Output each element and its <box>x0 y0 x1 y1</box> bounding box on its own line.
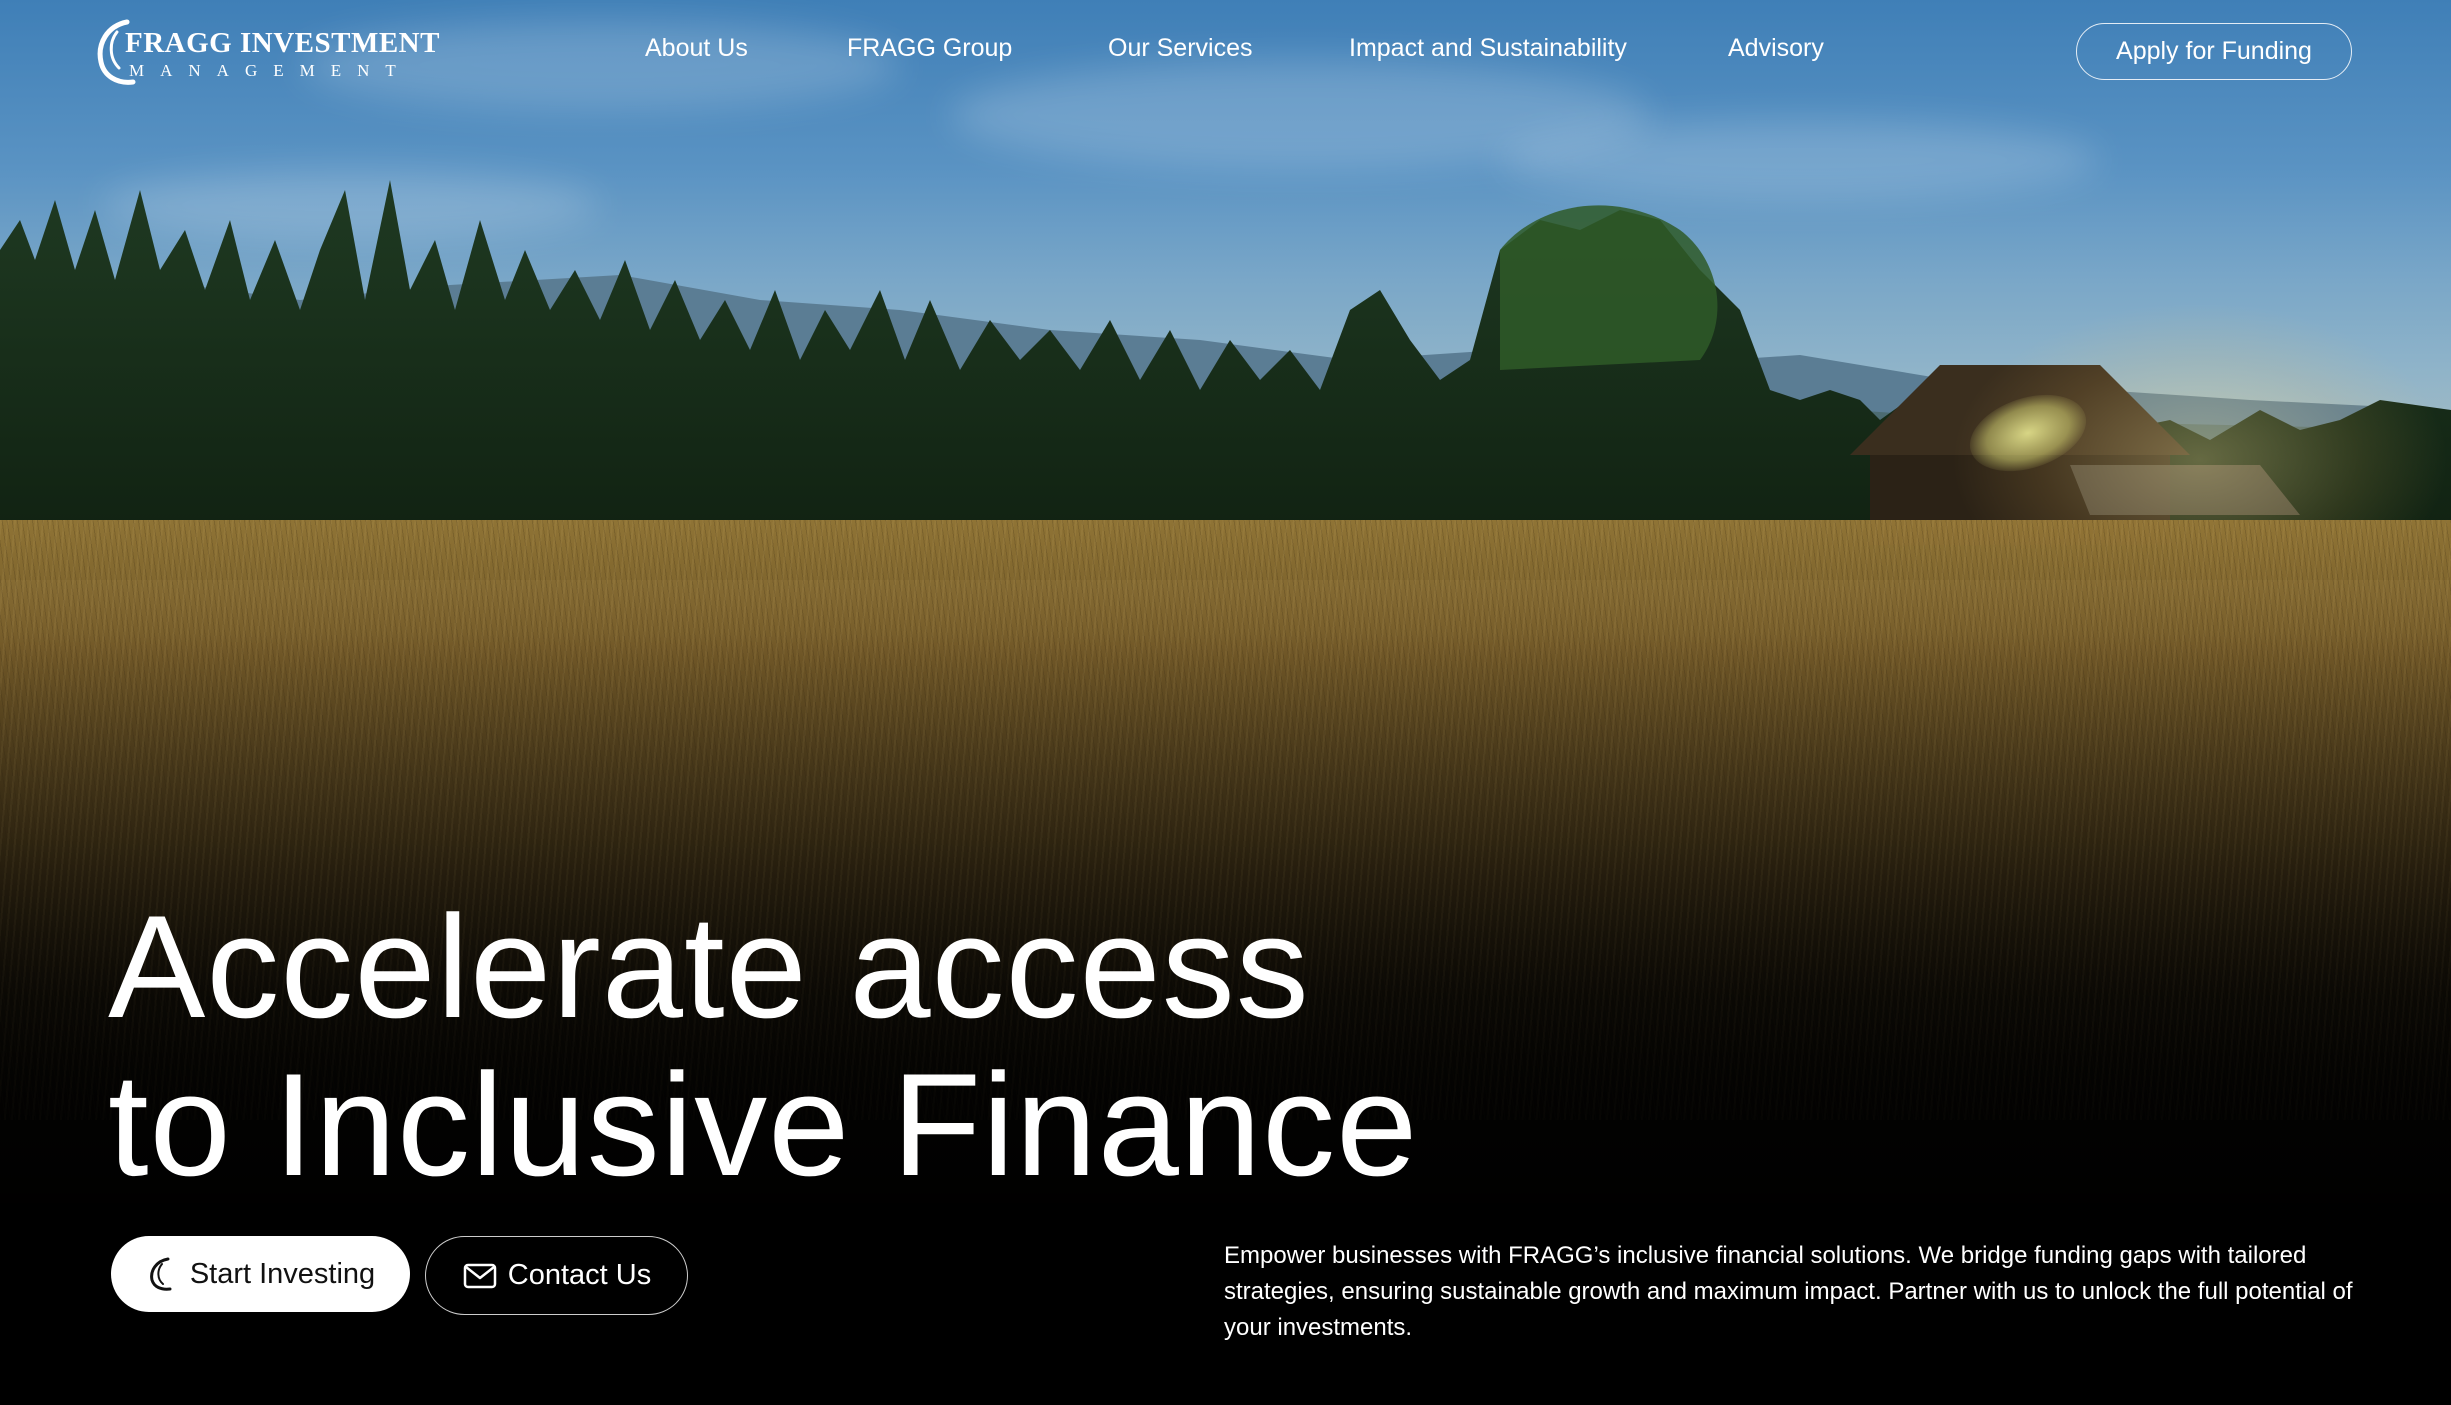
brand-tagline: MANAGEMENT <box>129 61 412 80</box>
nav-advisory[interactable]: Advisory <box>1728 34 1824 63</box>
hero-headline-line-2: to Inclusive Finance <box>108 1043 1419 1206</box>
apply-for-funding-button[interactable]: Apply for Funding <box>2076 23 2352 80</box>
hero-description: Empower businesses with FRAGG’s inclusiv… <box>1224 1242 2353 1341</box>
contact-us-button[interactable]: Contact Us <box>425 1236 688 1315</box>
nav-about-us[interactable]: About Us <box>645 34 748 63</box>
nav-impact-and-sustainability[interactable]: Impact and Sustainability <box>1349 34 1627 63</box>
nav-our-services[interactable]: Our Services <box>1108 34 1252 63</box>
swirl-icon <box>146 1256 182 1292</box>
mail-icon <box>462 1258 498 1294</box>
site-header: FRAGG INVESTMENT MANAGEMENT About Us FRA… <box>0 0 2451 105</box>
brand-logo[interactable]: FRAGG INVESTMENT MANAGEMENT <box>93 18 439 88</box>
hero-headline-line-1: Accelerate access <box>108 885 1310 1048</box>
nav-fragg-group[interactable]: FRAGG Group <box>847 34 1012 63</box>
hero-headline: Accelerate access to Inclusive Finance <box>108 888 1418 1204</box>
contact-us-label: Contact Us <box>507 1259 652 1291</box>
start-investing-button[interactable]: Start Investing <box>111 1236 410 1312</box>
start-investing-label: Start Investing <box>189 1257 376 1290</box>
brand-name: FRAGG INVESTMENT <box>125 27 440 59</box>
